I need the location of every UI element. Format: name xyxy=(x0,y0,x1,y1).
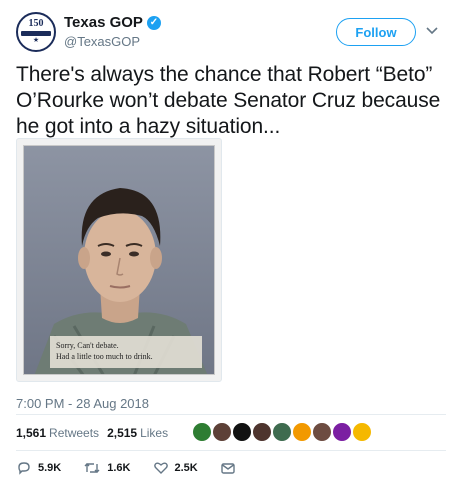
tweet-image-card[interactable]: Sorry, Can't debate. Had a little too mu… xyxy=(16,138,222,382)
image-caption-line1: Sorry, Can't debate. xyxy=(56,341,119,350)
envelope-icon xyxy=(221,463,235,474)
liker-avatar[interactable] xyxy=(212,422,232,442)
liker-avatar[interactable] xyxy=(352,422,372,442)
tweet-actions: 5.9K 1.6K 2.5K xyxy=(16,456,446,480)
liker-avatar[interactable] xyxy=(192,422,212,442)
image-caption: Sorry, Can't debate. Had a little too mu… xyxy=(50,336,202,368)
account-name[interactable]: Texas GOP xyxy=(64,14,143,31)
follow-button[interactable]: Follow xyxy=(336,18,416,46)
like-button[interactable]: 2.5K xyxy=(153,460,198,476)
divider xyxy=(16,414,446,415)
retweets-label: Retweets xyxy=(49,426,100,440)
likes-stat[interactable]: 2,515 Likes xyxy=(107,426,168,440)
account-name-row[interactable]: Texas GOP ✓ xyxy=(64,14,161,31)
reply-count: 5.9K xyxy=(38,462,62,474)
liker-avatar[interactable] xyxy=(332,422,352,442)
avatar-logo-band xyxy=(21,31,51,36)
avatar-logo-text: 150 xyxy=(28,18,44,29)
tweet-image[interactable]: Sorry, Can't debate. Had a little too mu… xyxy=(23,145,215,375)
retweet-count: 1.6K xyxy=(107,462,131,474)
tweet-header: 150 ★ Texas GOP ✓ @TexasGOP Follow xyxy=(16,12,446,56)
divider xyxy=(16,450,446,451)
account-handle[interactable]: @TexasGOP xyxy=(64,34,140,49)
heart-icon xyxy=(153,462,168,474)
likes-label: Likes xyxy=(140,426,169,440)
liker-avatars xyxy=(192,422,372,442)
liker-avatar[interactable] xyxy=(252,422,272,442)
liker-avatar[interactable] xyxy=(272,422,292,442)
tweet-text: There's always the chance that Robert “B… xyxy=(16,63,441,138)
liker-avatar[interactable] xyxy=(312,422,332,442)
retweets-stat[interactable]: 1,561 Retweets xyxy=(16,426,99,440)
liker-avatar[interactable] xyxy=(292,422,312,442)
tweet-stats: 1,561 Retweets 2,515 Likes xyxy=(16,418,446,448)
like-count: 2.5K xyxy=(174,462,198,474)
liker-avatar[interactable] xyxy=(232,422,252,442)
tweet-timestamp[interactable]: 7:00 PM - 28 Aug 2018 xyxy=(16,396,149,411)
retweet-icon xyxy=(84,463,100,473)
verified-badge-icon: ✓ xyxy=(146,15,161,30)
star-icon: ★ xyxy=(32,37,40,44)
reply-icon xyxy=(18,462,30,475)
retweets-count: 1,561 xyxy=(16,426,47,440)
reply-button[interactable]: 5.9K xyxy=(16,460,61,476)
retweet-button[interactable]: 1.6K xyxy=(83,460,131,476)
chevron-down-icon[interactable] xyxy=(426,24,438,38)
image-caption-line2: Had a little too much to drink. xyxy=(56,352,153,361)
account-avatar[interactable]: 150 ★ xyxy=(16,12,56,52)
direct-message-button[interactable] xyxy=(220,460,242,476)
likes-count: 2,515 xyxy=(107,426,138,440)
